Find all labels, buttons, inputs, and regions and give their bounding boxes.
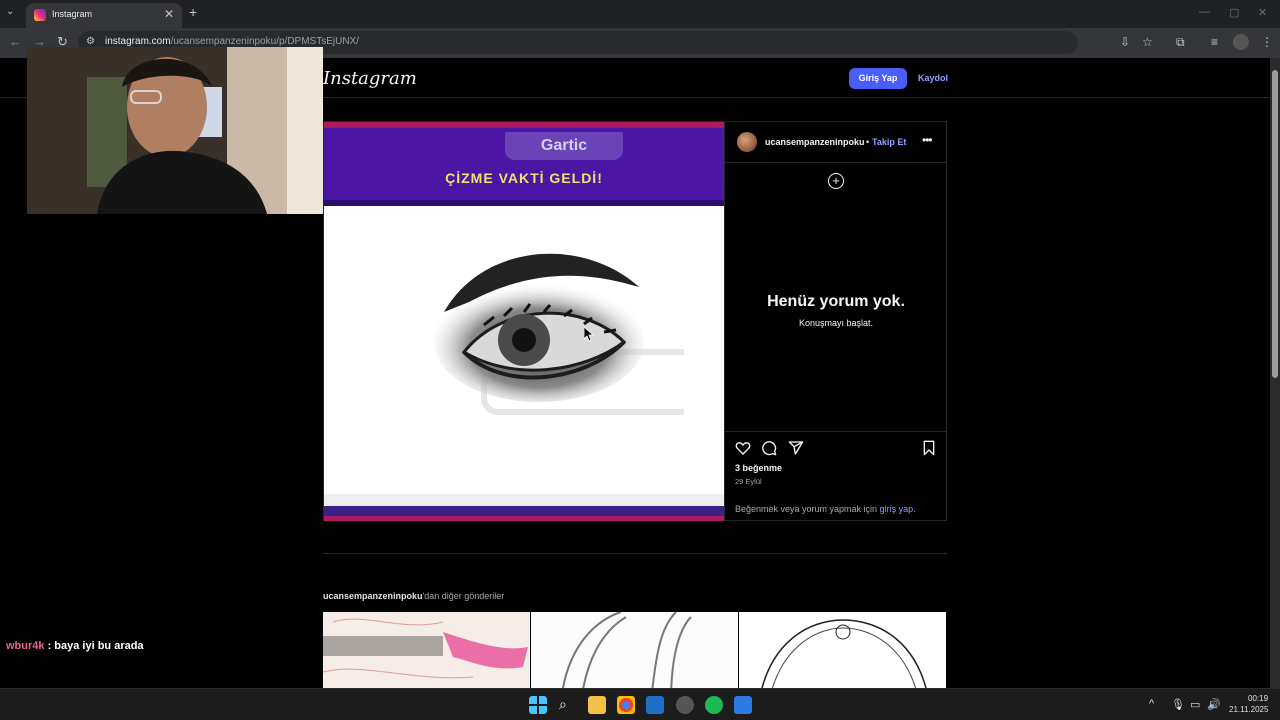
- eye-drawing: [434, 253, 684, 415]
- page-scrollbar[interactable]: [1270, 58, 1280, 688]
- follow-link[interactable]: Takip Et: [872, 137, 906, 147]
- share-icon[interactable]: [788, 440, 804, 456]
- webcam-image: [27, 47, 323, 214]
- more-options-icon[interactable]: •••: [922, 133, 933, 147]
- volume-icon[interactable]: 🔊: [1207, 698, 1221, 711]
- network-icon[interactable]: ▭: [1190, 698, 1200, 711]
- tab-title: Instagram: [52, 9, 93, 19]
- author-avatar[interactable]: [737, 132, 757, 152]
- post-thumbnail[interactable]: [531, 612, 738, 688]
- site-info-icon[interactable]: ⚙: [86, 36, 95, 47]
- minimize-icon[interactable]: —: [1199, 6, 1210, 18]
- login-prompt-suffix: .: [913, 504, 916, 514]
- chat-text: : baya iyi bu arada: [44, 640, 144, 652]
- thumbnail-drawing: [323, 618, 528, 679]
- post-header: ucansempanzeninpoku • Takip Et •••: [725, 122, 947, 163]
- spotify-icon[interactable]: [705, 696, 723, 714]
- login-prompt-link[interactable]: giriş yap: [880, 504, 914, 514]
- footer-band: [324, 506, 724, 516]
- post-image[interactable]: Gartic ÇİZME VAKTİ GELDİ!: [324, 122, 724, 521]
- instagram-favicon-icon: [34, 9, 46, 21]
- banner-band: [324, 200, 724, 206]
- author-separator: •: [866, 137, 870, 147]
- actions-divider: [725, 431, 947, 432]
- tray-overflow-icon[interactable]: ^: [1149, 698, 1154, 710]
- post-thumbnail[interactable]: [739, 612, 946, 688]
- no-comments-title: Henüz yorum yok.: [767, 293, 905, 310]
- login-button[interactable]: Giriş Yap: [849, 68, 907, 89]
- url-host: instagram.com: [105, 36, 171, 47]
- gartic-badge: Gartic: [505, 132, 623, 160]
- instagram-logo[interactable]: Instagram: [323, 68, 417, 89]
- clock-time[interactable]: 00:19: [1248, 694, 1268, 703]
- windows-start-icon[interactable]: [529, 696, 547, 714]
- clock-date[interactable]: 21.11.2025: [1229, 705, 1268, 714]
- post-card: Gartic ÇİZME VAKTİ GELDİ! ucansempanzeni…: [323, 121, 947, 521]
- file-explorer-icon[interactable]: [588, 696, 606, 714]
- login-prompt-text: Beğenmek veya yorum yapmak için: [735, 504, 880, 514]
- new-tab-icon[interactable]: +: [189, 4, 197, 20]
- menu-kebab-icon[interactable]: ⋮: [1261, 35, 1273, 49]
- profile-avatar[interactable]: [1233, 34, 1249, 50]
- gartic-banner: Gartic ÇİZME VAKTİ GELDİ!: [324, 122, 724, 206]
- post-date: 29 Eylül: [735, 477, 762, 486]
- media-control-icon[interactable]: ≡: [1211, 35, 1218, 49]
- no-comments-subtitle: Konuşmayı başlat.: [798, 318, 874, 328]
- back-icon[interactable]: ←: [9, 34, 22, 49]
- media-footer: [324, 494, 724, 521]
- post-sidebar: ucansempanzeninpoku • Takip Et ••• + Hen…: [724, 122, 947, 521]
- more-posts-heading: ucansempanzeninpoku'dan diğer gönderiler: [323, 591, 504, 601]
- likes-count[interactable]: 3 beğenme: [735, 463, 782, 473]
- author-name[interactable]: ucansempanzeninpoku: [765, 137, 865, 147]
- thumbnail-drawing: [761, 619, 927, 688]
- banner-stripe: [324, 122, 724, 128]
- footer-stripe: [324, 516, 724, 521]
- install-app-icon[interactable]: ⇩: [1120, 35, 1130, 49]
- bookmark-star-icon[interactable]: ☆: [1142, 35, 1153, 49]
- comment-icon[interactable]: [761, 440, 777, 456]
- windows-taskbar: ⌕ ^ 🎙 ▭ 🔊 00:19 21.11.2025: [0, 688, 1280, 720]
- more-posts-suffix: 'dan diğer gönderiler: [422, 591, 505, 601]
- scrollbar-thumb[interactable]: [1272, 70, 1278, 378]
- app-icon[interactable]: [734, 696, 752, 714]
- post-thumbnail[interactable]: [323, 612, 530, 688]
- photos-app-icon[interactable]: [646, 696, 664, 714]
- chat-message: wbur4k : baya iyi bu arada: [6, 640, 144, 652]
- chat-username: wbur4k: [6, 640, 45, 652]
- chrome-icon[interactable]: [617, 696, 635, 714]
- browser-tab-bar: ⌄ Instagram ✕ + — ▢ ✕: [0, 0, 1280, 28]
- signup-link[interactable]: Kaydol: [918, 73, 948, 83]
- microphone-icon[interactable]: 🎙: [1171, 698, 1185, 711]
- extensions-icon[interactable]: ⧉: [1176, 35, 1185, 50]
- thumbnail-drawing: [562, 612, 692, 688]
- media-title: ÇİZME VAKTİ GELDİ!: [445, 170, 603, 186]
- maximize-icon[interactable]: ▢: [1229, 6, 1239, 19]
- browser-tab-instagram[interactable]: Instagram ✕: [26, 3, 182, 28]
- tab-list-icon[interactable]: ⌄: [6, 6, 14, 17]
- heart-icon[interactable]: [735, 440, 751, 456]
- url-path: /ucansempanzeninpoku/p/DPMSTsEjUNX/: [170, 36, 360, 47]
- tab-close-icon[interactable]: ✕: [164, 7, 174, 21]
- mouse-cursor-icon: [584, 327, 594, 341]
- webcam-overlay: [27, 47, 323, 214]
- more-posts-divider: [323, 553, 947, 554]
- obs-icon[interactable]: [676, 696, 694, 714]
- url-text: instagram.com/ucansempanzeninpoku/p/DPMS…: [105, 36, 359, 47]
- add-comment-icon[interactable]: +: [828, 173, 844, 189]
- login-prompt: Beğenmek veya yorum yapmak için giriş ya…: [735, 504, 916, 514]
- close-window-icon[interactable]: ✕: [1258, 6, 1267, 19]
- save-bookmark-icon[interactable]: [921, 440, 937, 456]
- more-posts-author[interactable]: ucansempanzeninpoku: [323, 591, 423, 601]
- search-icon[interactable]: ⌕: [559, 696, 567, 713]
